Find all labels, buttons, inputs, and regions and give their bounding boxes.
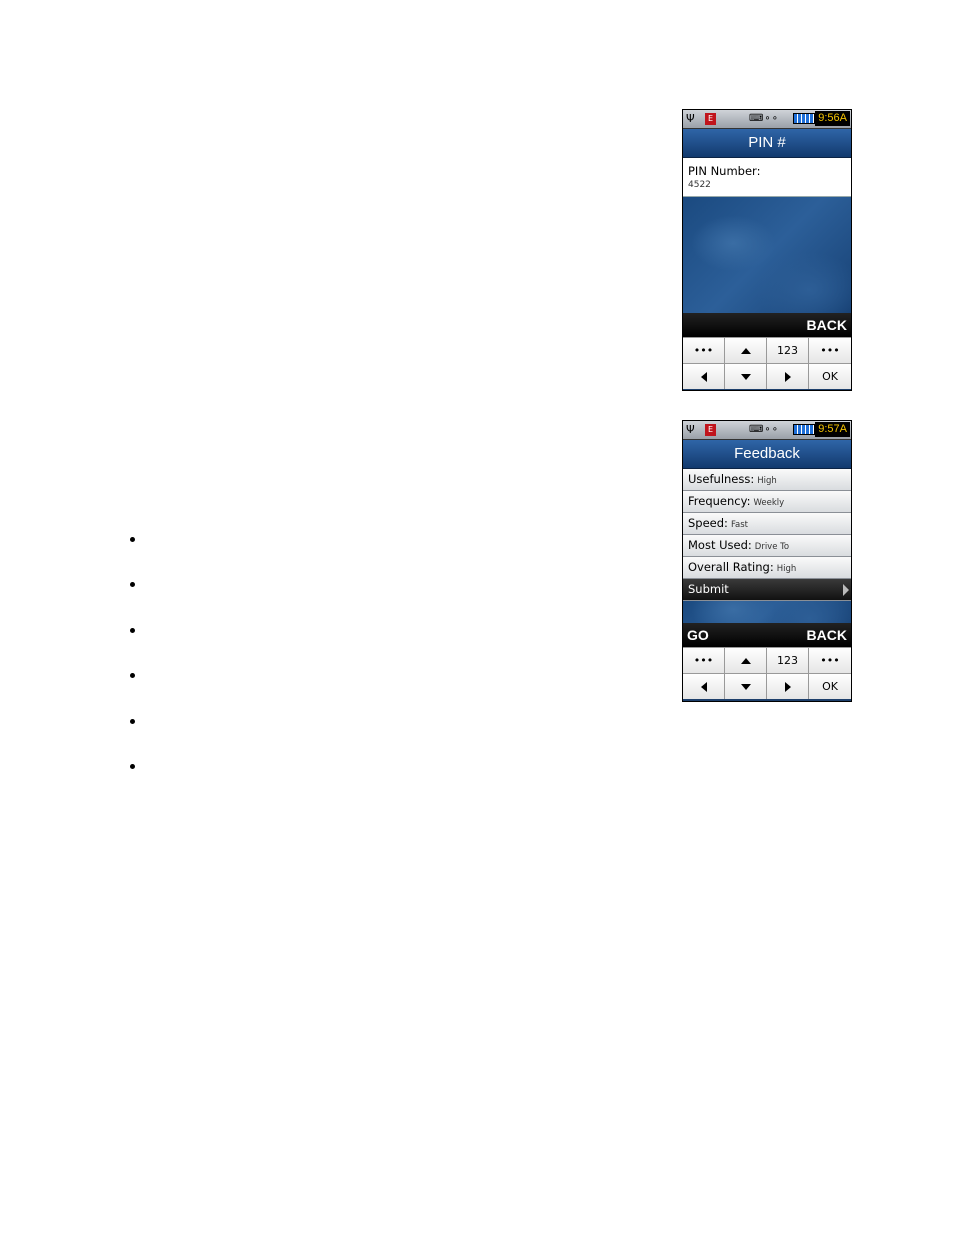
menu-item-most-used[interactable]: Most Used: Drive To <box>683 535 851 557</box>
screen-title: PIN # <box>683 129 851 158</box>
left-menu-key[interactable]: ••• <box>683 337 725 363</box>
softkey-bar: BACK <box>683 313 851 337</box>
right-key[interactable] <box>767 673 809 699</box>
wallpaper <box>683 197 851 313</box>
bullet-icon <box>130 582 135 588</box>
left-key[interactable] <box>683 363 725 389</box>
feedback-screen: Ψ E ⌨∘∘ 9:57A Feedback Usefulness: High F… <box>682 420 852 702</box>
connection-icon: ⌨∘∘ <box>749 424 779 435</box>
arrow-down-icon <box>740 373 751 380</box>
pin-screen: Ψ E ⌨∘∘ 9:56A PIN # PIN Number: 4522 BAC… <box>682 109 852 391</box>
bullet-icon <box>130 763 135 769</box>
wallpaper <box>683 601 851 623</box>
screen-title: Feedback <box>683 440 851 469</box>
keypad: ••• 123 ••• OK <box>683 647 851 699</box>
bullet-icon <box>130 673 135 679</box>
status-bar: Ψ E ⌨∘∘ 9:57A <box>683 421 851 440</box>
submit-label: Submit <box>688 582 729 596</box>
arrow-up-icon <box>740 657 751 664</box>
left-key[interactable] <box>683 673 725 699</box>
ok-key[interactable]: OK <box>809 673 851 699</box>
up-key[interactable] <box>725 647 767 673</box>
back-softkey[interactable]: BACK <box>807 623 847 647</box>
left-menu-key[interactable]: ••• <box>683 647 725 673</box>
arrow-right-icon <box>784 371 791 382</box>
menu-item-value: High <box>776 564 797 574</box>
menu-item-frequency[interactable]: Frequency: Weekly <box>683 491 851 513</box>
bullet-icon <box>130 718 135 724</box>
status-time: 9:56A <box>815 111 850 126</box>
alert-icon: E <box>705 113 716 125</box>
signal-icon: Ψ <box>686 112 695 125</box>
keypad: ••• 123 ••• OK <box>683 337 851 389</box>
menu-item-label: Frequency: <box>688 494 751 508</box>
chevron-right-icon <box>843 584 849 596</box>
pin-label: PIN Number: <box>688 164 761 178</box>
alert-icon: E <box>705 424 716 436</box>
menu-item-label: Speed: <box>688 516 728 530</box>
signal-icon: Ψ <box>686 423 695 436</box>
right-key[interactable] <box>767 363 809 389</box>
status-time: 9:57A <box>815 422 850 437</box>
menu-item-value: Fast <box>730 520 749 530</box>
right-menu-key[interactable]: ••• <box>809 337 851 363</box>
down-key[interactable] <box>725 673 767 699</box>
menu-item-label: Most Used: <box>688 538 752 552</box>
arrow-down-icon <box>740 683 751 690</box>
battery-icon <box>793 113 815 124</box>
connection-icon: ⌨∘∘ <box>749 113 779 124</box>
menu-item-value: Drive To <box>754 542 790 552</box>
menu-item-value: Weekly <box>753 498 785 508</box>
down-key[interactable] <box>725 363 767 389</box>
menu-item-usefulness[interactable]: Usefulness: High <box>683 469 851 491</box>
back-softkey[interactable]: BACK <box>807 313 847 337</box>
go-softkey[interactable]: GO <box>687 623 709 647</box>
arrow-right-icon <box>784 681 791 692</box>
softkey-bar: GO BACK <box>683 623 851 647</box>
status-bar: Ψ E ⌨∘∘ 9:56A <box>683 110 851 129</box>
menu-item-overall-rating[interactable]: Overall Rating: High <box>683 557 851 579</box>
menu-item-speed[interactable]: Speed: Fast <box>683 513 851 535</box>
number-mode-key[interactable]: 123 <box>767 337 809 363</box>
pin-field[interactable]: PIN Number: 4522 <box>683 158 851 197</box>
up-key[interactable] <box>725 337 767 363</box>
arrow-left-icon <box>700 371 707 382</box>
number-mode-key[interactable]: 123 <box>767 647 809 673</box>
ok-key[interactable]: OK <box>809 363 851 389</box>
menu-item-label: Overall Rating: <box>688 560 774 574</box>
menu-item-label: Usefulness: <box>688 472 755 486</box>
arrow-left-icon <box>700 681 707 692</box>
bullet-icon <box>130 627 135 633</box>
menu-item-value: High <box>757 476 777 486</box>
pin-value: 4522 <box>688 180 711 190</box>
battery-icon <box>793 424 815 435</box>
bullet-icon <box>130 537 135 542</box>
arrow-up-icon <box>740 347 751 354</box>
right-menu-key[interactable]: ••• <box>809 647 851 673</box>
menu-item-submit[interactable]: Submit <box>683 579 851 601</box>
